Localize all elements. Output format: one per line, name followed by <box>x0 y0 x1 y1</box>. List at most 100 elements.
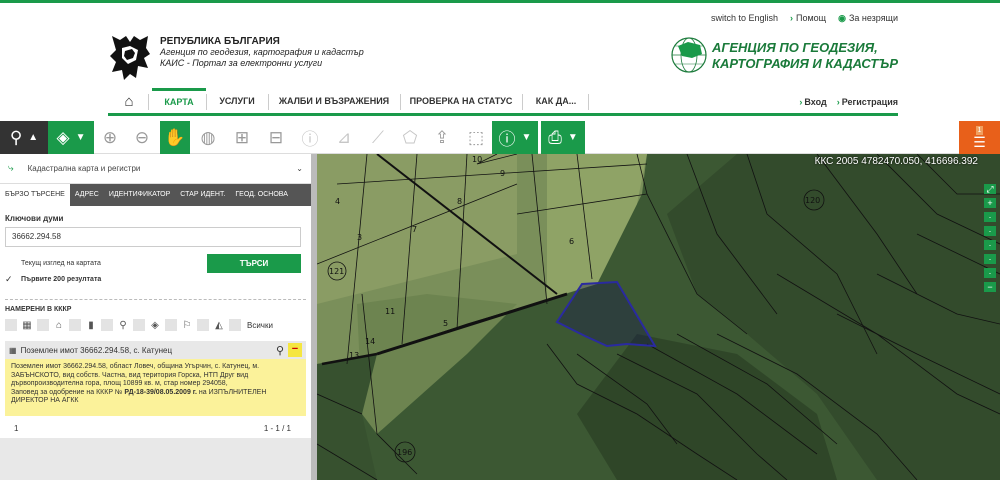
accessibility-icon: ◉ <box>838 13 846 23</box>
filter-checkbox[interactable] <box>197 319 209 331</box>
filter-all-checkbox[interactable] <box>229 319 241 331</box>
zoom-step[interactable]: · <box>984 268 996 278</box>
nav-divider <box>522 94 523 110</box>
keywords-input[interactable]: 36662.294.58 <box>5 227 301 247</box>
tab-address[interactable]: АДРЕС <box>70 184 104 206</box>
zoom-step[interactable]: · <box>984 212 996 222</box>
register-link[interactable]: › Регистрация <box>837 88 898 116</box>
login-label: Вход <box>804 97 827 107</box>
select-remove-icon[interactable]: ⊟ <box>262 121 290 154</box>
checkbox-empty-icon <box>5 258 15 268</box>
result-title: Поземлен имот 36662.294.58, с. Катунец <box>20 345 173 355</box>
search-icon: ⚲ <box>9 127 23 147</box>
filter-checkbox[interactable] <box>69 319 81 331</box>
zoom-to-result-icon[interactable]: ⚲ <box>276 344 284 357</box>
nav-status[interactable]: ПРОВЕРКА НА СТАТУС <box>402 88 520 116</box>
ruler-icon[interactable]: ⟋ <box>364 121 392 154</box>
page-current[interactable]: 1 <box>14 424 18 433</box>
zoom-out-button[interactable]: − <box>984 282 996 292</box>
chevron-down-icon: ▼ <box>567 132 578 143</box>
satellite-map[interactable]: 10 9 8 7 6 5 3 4 121 120 11 14 13 196 <box>317 154 1000 480</box>
select-rect-icon[interactable]: ⬚ <box>462 121 490 154</box>
zoom-slider[interactable]: ⤢ + · · · · · − <box>984 184 996 292</box>
document-icon: ▮ <box>88 319 94 331</box>
result-order-number: РД-18-39/08.05.2009 г. <box>124 388 197 396</box>
tab-quick-search[interactable]: БЪРЗО ТЪРСЕНЕ <box>0 184 70 206</box>
globe-logo-icon <box>671 37 707 73</box>
nav-services[interactable]: УСЛУГИ <box>208 88 266 116</box>
print-button[interactable]: ⎙ ▼ <box>541 121 585 154</box>
agency-name: АГЕНЦИЯ ПО ГЕОДЕЗИЯ, КАРТОГРАФИЯ И КАДАС… <box>712 40 898 72</box>
chevron-down-icon: ⌄ <box>296 164 303 173</box>
tab-old-identifier[interactable]: СТАР ИДЕНТ. <box>175 184 230 206</box>
org-text: РЕПУБЛИКА БЪЛГАРИЯ Агенция по геодезия, … <box>160 36 364 69</box>
tab-geodetic-base[interactable]: ГЕОД. ОСНОВА <box>230 184 293 206</box>
info-icon[interactable]: ⓘ <box>296 121 324 154</box>
layer-type-icon: ⤷ <box>8 163 14 174</box>
filter-checkbox[interactable] <box>5 319 17 331</box>
nav-map[interactable]: КАРТА <box>152 88 206 116</box>
result-order-prefix: Заповед за одобрение на КККР № <box>11 388 123 396</box>
search-tool-button[interactable]: ⚲ ▲ <box>0 121 48 154</box>
nav-howto[interactable]: КАК ДА... <box>524 88 588 116</box>
arrow-icon: › <box>836 97 840 107</box>
switch-english-link[interactable]: switch to English <box>711 13 778 24</box>
result-item-header[interactable]: ▦ Поземлен имот 36662.294.58, с. Катунец… <box>5 341 306 359</box>
building-icon: ⌂ <box>55 319 63 331</box>
globe-icon[interactable]: ◍ <box>194 121 222 154</box>
zoom-step[interactable]: · <box>984 226 996 236</box>
parcel-label: 6 <box>569 237 574 246</box>
sidebar-footer <box>0 438 311 480</box>
layer-select-label: Кадастрална карта и регистри <box>27 164 141 173</box>
help-link[interactable]: › Помощ <box>790 13 826 24</box>
login-link[interactable]: › Вход <box>799 88 826 116</box>
pagination: 1 1 - 1 / 1 <box>0 416 311 433</box>
layers-tool-button[interactable]: ◈ ▼ <box>48 121 94 154</box>
bulgaria-crest-icon[interactable] <box>108 34 152 82</box>
collapse-result-button[interactable]: − <box>288 343 302 357</box>
parcel-label: 7 <box>412 225 417 234</box>
zoom-step[interactable]: · <box>984 254 996 264</box>
accessible-link[interactable]: ◉ За незрящи <box>838 13 898 24</box>
polygon-icon[interactable]: ⬠ <box>396 121 424 154</box>
pan-hand-icon[interactable]: ✋ <box>160 121 190 154</box>
filter-checkbox[interactable] <box>133 319 145 331</box>
result-controls: ⚲ − <box>276 343 302 357</box>
nav-complaints[interactable]: ЖАЛБИ И ВЪЗРАЖЕНИЯ <box>270 88 398 116</box>
map-toolbar: ⚲ ▲ ◈ ▼ ⊕ ⊖ ✋ ◍ ⊞ ⊟ ⓘ ⊿ ⟋ ⬠ ⇪ ⬚ ⓘ ▼ ⎙ ▼ 1 ☰ <box>0 121 1000 154</box>
info-layers-button[interactable]: ⓘ ▼ <box>492 121 538 154</box>
first200-checkbox[interactable]: ✓ Първите 200 резултата <box>5 271 306 287</box>
select-add-icon[interactable]: ⊞ <box>228 121 256 154</box>
parcel-label: 120 <box>805 196 820 205</box>
parcel-label: 196 <box>397 448 412 457</box>
parcel-label: 8 <box>457 197 462 206</box>
zoom-in-icon[interactable]: ⊕ <box>96 121 124 154</box>
map-canvas[interactable]: 10 9 8 7 6 5 3 4 121 120 11 14 13 196 КК… <box>317 154 1000 480</box>
grid-icon: ▦ <box>9 345 17 355</box>
tab-identifier[interactable]: ИДЕНТИФИКАТОР <box>104 184 175 206</box>
filter-checkbox[interactable] <box>37 319 49 331</box>
upload-icon[interactable]: ⇪ <box>428 121 456 154</box>
nav-divider <box>206 94 207 110</box>
chevron-down-icon: ▼ <box>521 132 532 143</box>
search-button[interactable]: ТЪРСИ <box>207 254 301 273</box>
help-label: Помощ <box>796 13 827 23</box>
filter-checkbox[interactable] <box>165 319 177 331</box>
first200-label: Първите 200 резултата <box>21 275 102 283</box>
layer-select[interactable]: ⤷ Кадастрална карта и регистри ⌄ <box>0 154 311 184</box>
org-subtitle: Агенция по геодезия, картография и кадас… <box>160 47 364 57</box>
menu-button[interactable]: 1 ☰ <box>959 121 1000 154</box>
expand-icon[interactable]: ⤢ <box>984 184 996 194</box>
layers-icon: ◈ <box>56 127 70 147</box>
zoom-step[interactable]: · <box>984 240 996 250</box>
agency-logo[interactable]: АГЕНЦИЯ ПО ГЕОДЕЗИЯ, КАРТОГРАФИЯ И КАДАС… <box>670 36 900 78</box>
home-icon[interactable]: ⌂ <box>118 88 140 116</box>
zoom-in-button[interactable]: + <box>984 198 996 208</box>
measure-area-icon[interactable]: ⊿ <box>330 121 358 154</box>
search-tabs: БЪРЗО ТЪРСЕНЕ АДРЕС ИДЕНТИФИКАТОР СТАР И… <box>0 184 311 206</box>
zoom-out-icon[interactable]: ⊖ <box>128 121 156 154</box>
grid-icon: ▦ <box>22 319 32 331</box>
accessible-label: За незрящи <box>848 13 898 23</box>
filter-checkbox[interactable] <box>101 319 113 331</box>
parcel-label: 11 <box>385 307 395 316</box>
